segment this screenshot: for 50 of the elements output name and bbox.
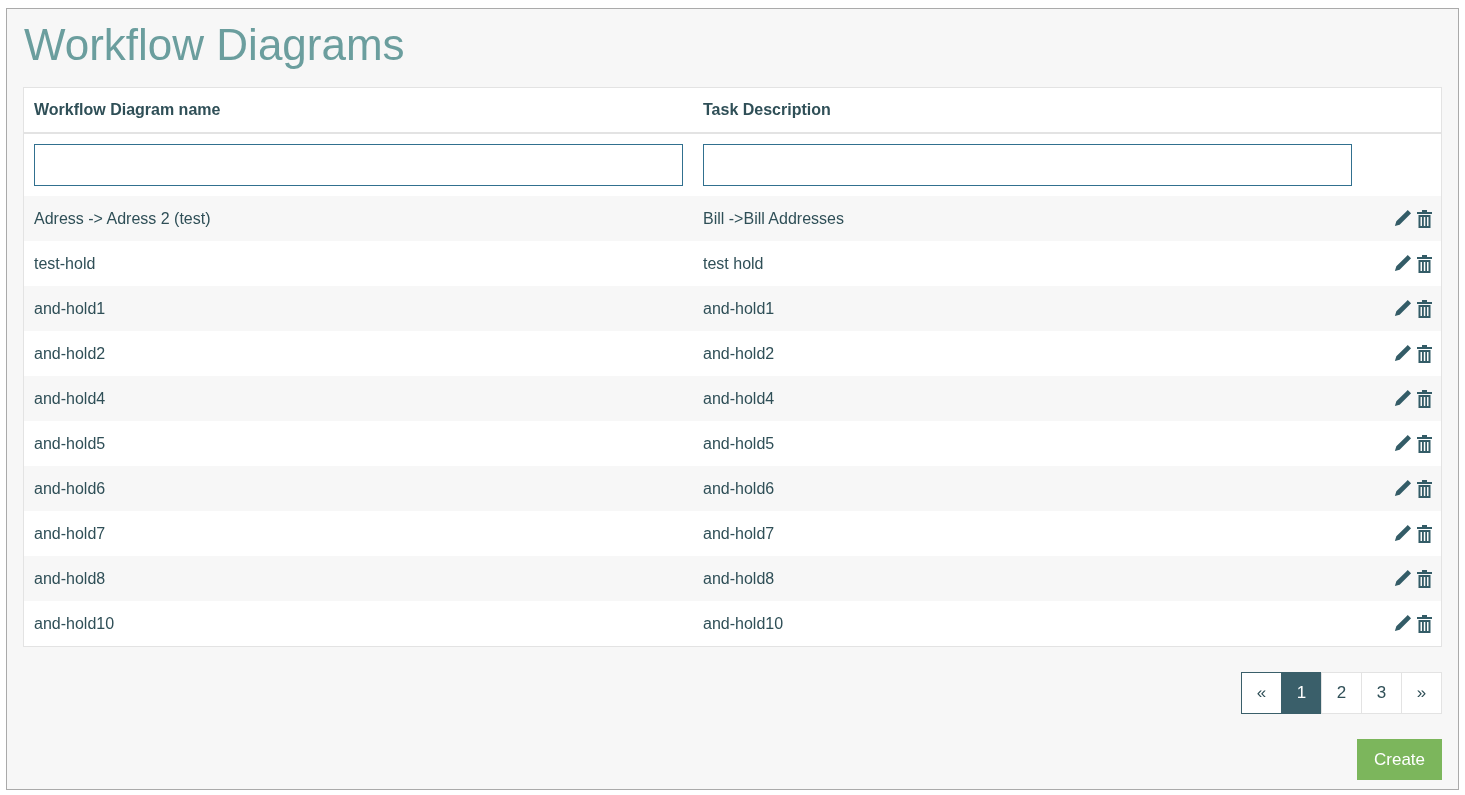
table-cell-text: and-hold2 — [702, 343, 776, 364]
pencil-icon[interactable] — [1393, 614, 1412, 633]
table-cell-text: test hold — [702, 253, 765, 274]
filter-field[interactable] — [703, 144, 1352, 186]
pencil-icon[interactable] — [1393, 524, 1412, 543]
trash-icon[interactable] — [1416, 208, 1433, 229]
table-cell-text: test-hold — [33, 253, 97, 274]
trash-icon[interactable] — [1416, 388, 1433, 409]
table-cell-text: Bill ->Bill Addresses — [702, 208, 845, 229]
table-cell-text: and-hold6 — [33, 478, 107, 499]
pencil-icon[interactable] — [1393, 569, 1412, 588]
page-link[interactable]: 2 — [1321, 672, 1362, 714]
pencil-icon[interactable] — [1393, 434, 1412, 453]
table-cell-text: and-hold6 — [702, 478, 776, 499]
trash-icon[interactable] — [1416, 298, 1433, 319]
table-cell-text: and-hold7 — [702, 523, 776, 544]
trash-icon[interactable] — [1416, 253, 1433, 274]
column-header: Task Description — [702, 100, 832, 120]
page-link[interactable]: 1 — [1281, 672, 1322, 714]
table-cell-text: and-hold5 — [33, 433, 107, 454]
trash-icon[interactable] — [1416, 343, 1433, 364]
trash-icon[interactable] — [1416, 478, 1433, 499]
page-link[interactable]: « — [1241, 672, 1282, 714]
table-cell-text: and-hold8 — [702, 568, 776, 589]
filter-field[interactable] — [34, 144, 683, 186]
table-cell-text: and-hold4 — [702, 388, 776, 409]
table-cell-text: and-hold10 — [702, 613, 785, 634]
trash-icon[interactable] — [1416, 568, 1433, 589]
table-cell-text: and-hold2 — [33, 343, 107, 364]
table-cell-text: and-hold7 — [33, 523, 107, 544]
table-cell-text: and-hold10 — [33, 613, 116, 634]
trash-icon[interactable] — [1416, 523, 1433, 544]
pencil-icon[interactable] — [1393, 254, 1412, 273]
trash-icon[interactable] — [1416, 613, 1433, 634]
table-cell-text: Adress -> Adress 2 (test) — [33, 208, 212, 229]
page-title: Workflow Diagrams — [24, 19, 406, 71]
column-header: Workflow Diagram name — [33, 100, 222, 120]
page-link[interactable]: 3 — [1361, 672, 1402, 714]
table-cell-text: and-hold4 — [33, 388, 107, 409]
trash-icon[interactable] — [1416, 433, 1433, 454]
page-link[interactable]: » — [1401, 672, 1442, 714]
pencil-icon[interactable] — [1393, 344, 1412, 363]
pencil-icon[interactable] — [1393, 299, 1412, 318]
pencil-icon[interactable] — [1393, 479, 1412, 498]
table-cell-text: and-hold1 — [702, 298, 776, 319]
table-cell-text: and-hold8 — [33, 568, 107, 589]
pencil-icon[interactable] — [1393, 389, 1412, 408]
pencil-icon[interactable] — [1393, 209, 1412, 228]
table-cell-text: and-hold1 — [33, 298, 107, 319]
table-cell-text: and-hold5 — [702, 433, 776, 454]
